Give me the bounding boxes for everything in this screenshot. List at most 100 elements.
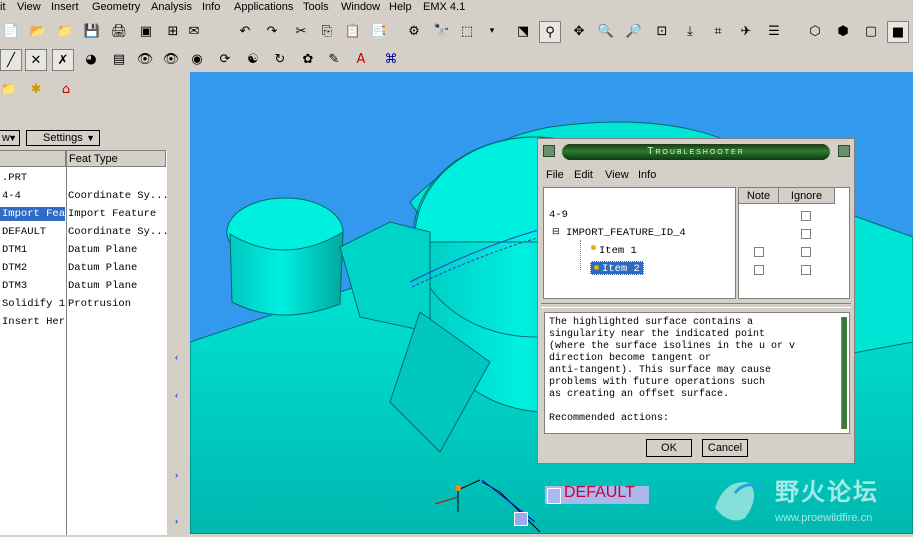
- zoom-out-icon[interactable]: 🔎: [625, 22, 643, 40]
- issue-node-item2-selected[interactable]: Item 2: [602, 262, 640, 276]
- new-file-icon[interactable]: 📄: [2, 22, 20, 40]
- folder-icon[interactable]: 📁: [0, 80, 18, 98]
- hidden-line-icon[interactable]: ⬢: [834, 22, 852, 40]
- menu-view[interactable]: View: [17, 0, 41, 14]
- menu-emx[interactable]: EMX 4.1: [423, 0, 465, 14]
- favorites-icon[interactable]: ✱: [27, 80, 45, 98]
- open-file-icon[interactable]: 📂: [29, 22, 47, 40]
- view-icon[interactable]: ◉: [188, 50, 206, 68]
- style-icon[interactable]: ✿: [299, 50, 317, 68]
- dialog-menu-view[interactable]: View: [605, 169, 629, 181]
- menu-applications[interactable]: Applications: [234, 0, 293, 14]
- redo-icon[interactable]: ↷: [263, 22, 281, 40]
- dialog-menu-info[interactable]: Info: [638, 169, 656, 181]
- issue-node-feature[interactable]: IMPORT_FEATURE_ID_4: [566, 226, 686, 240]
- pan-zoom-icon[interactable]: ✥: [570, 22, 588, 40]
- undo-icon[interactable]: ↶: [236, 22, 254, 40]
- col-header-feat-type[interactable]: Feat Type: [67, 151, 166, 167]
- tree-item-insert-here[interactable]: Insert Her: [2, 315, 65, 329]
- tree-item-solidify[interactable]: Solidify 1: [2, 297, 65, 311]
- tree-vertical-scrollbar[interactable]: ‹ ‹ › ›: [174, 150, 185, 534]
- rotate-icon[interactable]: ↻: [271, 50, 289, 68]
- hide-icon[interactable]: 👁: [136, 50, 154, 68]
- dialog-splitter[interactable]: [541, 303, 851, 308]
- dropdown-arrow-icon[interactable]: ▾: [483, 22, 501, 40]
- sash-left-arrow-icon[interactable]: ‹: [175, 352, 178, 362]
- spin-icon[interactable]: ☯: [244, 50, 262, 68]
- paste-special-icon[interactable]: 📑: [370, 22, 388, 40]
- tree-item-dtm3[interactable]: DTM3: [2, 279, 27, 293]
- ignore-checkbox-feature[interactable]: [801, 229, 811, 239]
- ignore-checkbox-item1[interactable]: [801, 247, 811, 257]
- notes-icon[interactable]: ⌘: [382, 50, 400, 68]
- connections-icon[interactable]: ⌂: [57, 80, 75, 98]
- reorient-icon[interactable]: ⤓: [681, 22, 699, 40]
- paste-icon[interactable]: 📋: [344, 22, 362, 40]
- menu-insert[interactable]: Insert: [51, 0, 79, 14]
- datum-axis-display-icon[interactable]: ✕: [25, 49, 47, 71]
- open-folder-icon[interactable]: 📁: [56, 22, 74, 40]
- dialog-menu-file[interactable]: File: [546, 169, 564, 181]
- col-header-name[interactable]: [0, 151, 66, 167]
- col-header-note[interactable]: Note: [739, 188, 779, 204]
- cancel-button[interactable]: Cancel: [702, 439, 748, 457]
- datum-plane-display-icon[interactable]: ╱: [0, 49, 22, 71]
- menu-edit[interactable]: it: [0, 0, 6, 14]
- menu-analysis[interactable]: Analysis: [151, 0, 192, 14]
- save-copy-icon[interactable]: ▣: [137, 22, 155, 40]
- saved-views-icon[interactable]: ⌗: [709, 22, 727, 40]
- ok-button[interactable]: OK: [646, 439, 692, 457]
- menu-help[interactable]: Help: [389, 0, 412, 14]
- tree-expand-icon[interactable]: ⊟: [552, 226, 560, 237]
- select-box-icon[interactable]: ⬚: [458, 22, 476, 40]
- issue-node-item1[interactable]: Item 1: [599, 244, 637, 258]
- zoom-in-icon[interactable]: 🔍: [597, 22, 615, 40]
- tree-item-import-selected[interactable]: Import Fea: [0, 207, 65, 221]
- no-hidden-icon[interactable]: ▢: [862, 22, 880, 40]
- copy-icon[interactable]: ⎘: [318, 22, 336, 40]
- export-icon[interactable]: ⊞: [164, 22, 182, 40]
- cut-icon[interactable]: ✂: [292, 22, 310, 40]
- tree-item-default[interactable]: DEFAULT: [2, 225, 46, 239]
- message-text-area[interactable]: The highlighted surface contains a singu…: [544, 312, 850, 434]
- show-dropdown[interactable]: w ▼: [0, 130, 20, 146]
- col-header-ignore[interactable]: Ignore: [779, 188, 835, 204]
- ignore-checkbox-item2[interactable]: [801, 265, 811, 275]
- dialog-close-icon[interactable]: [838, 145, 850, 157]
- sash-right-arrow-icon[interactable]: ›: [175, 470, 178, 480]
- model-tree-icon[interactable]: ▤: [110, 50, 128, 68]
- appearance-icon[interactable]: ◕: [82, 50, 100, 68]
- menu-info[interactable]: Info: [202, 0, 220, 14]
- dialog-system-icon[interactable]: [543, 145, 555, 157]
- tree-item-dtm1[interactable]: DTM1: [2, 243, 27, 257]
- sash-right-arrow-icon[interactable]: ›: [175, 516, 178, 526]
- datum-point-display-icon[interactable]: ✗: [52, 49, 74, 71]
- tree-item-csys[interactable]: 4-4: [2, 189, 21, 203]
- layer-tree-icon[interactable]: ☰: [765, 22, 783, 40]
- ignore-checkbox-root[interactable]: [801, 211, 811, 221]
- spin-center-icon[interactable]: ⬔: [514, 22, 532, 40]
- refit-icon[interactable]: ⊡: [653, 22, 671, 40]
- text-icon[interactable]: A: [352, 50, 370, 68]
- show-icon[interactable]: 👁: [162, 50, 180, 68]
- menu-window[interactable]: Window: [341, 0, 380, 14]
- issue-node-root[interactable]: 4-9: [549, 208, 568, 222]
- menu-geometry[interactable]: Geometry: [92, 0, 140, 14]
- dialog-menu-edit[interactable]: Edit: [574, 169, 593, 181]
- message-scrollbar[interactable]: [841, 317, 847, 429]
- mail-icon[interactable]: ✉: [185, 22, 203, 40]
- find-icon[interactable]: 🔭: [433, 22, 451, 40]
- print-icon[interactable]: 🖨: [110, 22, 128, 40]
- save-icon[interactable]: 💾: [83, 22, 101, 40]
- shading-icon[interactable]: ■: [887, 21, 909, 43]
- layers-icon[interactable]: ✈: [737, 22, 755, 40]
- sash-left-arrow-icon[interactable]: ‹: [175, 390, 178, 400]
- orient-mode-icon[interactable]: ⚲: [539, 21, 561, 43]
- tree-item-dtm2[interactable]: DTM2: [2, 261, 27, 275]
- note-checkbox-item1[interactable]: [754, 247, 764, 257]
- note-checkbox-item2[interactable]: [754, 265, 764, 275]
- refresh-view-icon[interactable]: ⟳: [216, 50, 234, 68]
- wireframe-icon[interactable]: ⬡: [806, 22, 824, 40]
- tree-item-prt[interactable]: .PRT: [2, 171, 27, 185]
- menu-tools[interactable]: Tools: [303, 0, 329, 14]
